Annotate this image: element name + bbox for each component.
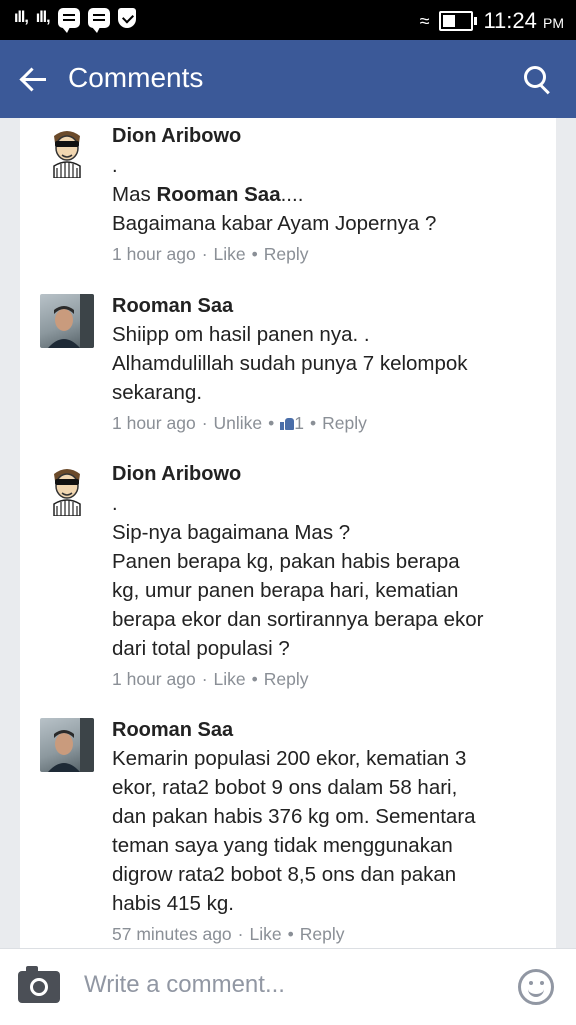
comment-composer: Write a comment... bbox=[0, 948, 576, 1025]
page-title: Comments bbox=[68, 62, 204, 93]
comment-author[interactable]: Dion Aribowo bbox=[112, 122, 546, 150]
comment-author[interactable]: Dion Aribowo bbox=[112, 460, 546, 488]
comment-meta: 1 hour ago · Like • Reply bbox=[112, 669, 309, 689]
like-link[interactable]: Like bbox=[250, 924, 282, 944]
comment-text: Sip-nya bagaimana Mas ? Panen berapa kg, … bbox=[112, 521, 484, 660]
comment-meta: 1 hour ago · Unlike • 1 • Reply bbox=[112, 413, 367, 433]
avatar[interactable] bbox=[40, 294, 94, 348]
unlike-link[interactable]: Unlike bbox=[214, 413, 263, 433]
comment-dot: . bbox=[112, 155, 118, 177]
comment-input[interactable]: Write a comment... bbox=[84, 971, 285, 999]
reply-link[interactable]: Reply bbox=[264, 244, 309, 264]
search-icon[interactable] bbox=[522, 64, 552, 94]
comment-text: Kemarin populasi 200 ekor, kematian 3 eko… bbox=[112, 747, 476, 915]
comment-text: Shiipp om hasil panen nya. . Alhamdulilla… bbox=[112, 323, 468, 404]
battery-icon bbox=[439, 11, 478, 31]
shield-icon bbox=[117, 8, 136, 28]
clock: 11:24 PM bbox=[483, 8, 564, 33]
comment-author[interactable]: Rooman Saa bbox=[112, 716, 546, 744]
avatar[interactable] bbox=[40, 124, 94, 178]
camera-icon[interactable] bbox=[18, 966, 60, 1003]
like-link[interactable]: Like bbox=[214, 669, 246, 689]
comment-author[interactable]: Rooman Saa bbox=[112, 292, 546, 320]
comment-time: 1 hour ago bbox=[112, 413, 196, 433]
comment-time: 57 minutes ago bbox=[112, 924, 232, 944]
avatar[interactable] bbox=[40, 718, 94, 772]
comment-time: 1 hour ago bbox=[112, 669, 196, 689]
comment-meta: 1 hour ago · Like • Reply bbox=[112, 244, 309, 264]
reply-link[interactable]: Reply bbox=[264, 669, 309, 689]
status-bar: ıll, ıll, ≈ 11:24 PM bbox=[0, 0, 576, 40]
thumbs-up-icon bbox=[280, 417, 295, 430]
reply-link[interactable]: Reply bbox=[322, 413, 367, 433]
comment-text: Mas Rooman Saa.... Bagaimana kabar Ayam J… bbox=[112, 183, 437, 235]
wifi-icon: ≈ bbox=[419, 10, 430, 31]
comment-dot: . bbox=[112, 493, 118, 515]
reply-link[interactable]: Reply bbox=[300, 924, 345, 944]
like-link[interactable]: Like bbox=[214, 244, 246, 264]
avatar[interactable] bbox=[40, 462, 94, 516]
emoji-icon[interactable] bbox=[518, 969, 554, 1005]
like-count[interactable]: 1 bbox=[294, 413, 304, 433]
back-arrow-icon[interactable] bbox=[18, 62, 52, 96]
signal-icon: ıll, bbox=[14, 9, 29, 26]
mention[interactable]: Rooman Saa bbox=[156, 183, 280, 206]
signal-icon-2: ıll, bbox=[35, 9, 51, 26]
app-bar: Comments bbox=[0, 40, 576, 118]
bbm-notification-icon bbox=[57, 8, 80, 33]
comment-meta: 57 minutes ago · Like • Reply bbox=[112, 924, 345, 944]
comment-time: 1 hour ago bbox=[112, 244, 196, 264]
bbm-notification-icon-2 bbox=[87, 8, 110, 33]
comments-list: Dion Aribowo . Mas Rooman Saa.... Bagaima… bbox=[20, 118, 556, 948]
